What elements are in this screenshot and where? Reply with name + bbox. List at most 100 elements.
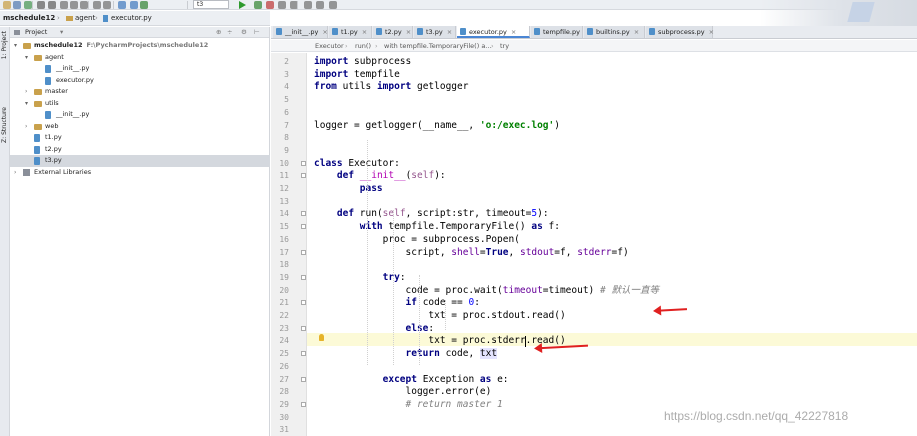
gear-icon[interactable]: ⚙ [241, 27, 247, 37]
python-file-icon [45, 111, 51, 119]
tab-t2-py[interactable]: t2.py × [373, 26, 413, 38]
fold-marker-icon[interactable] [301, 376, 306, 382]
replace-icon[interactable] [103, 1, 111, 9]
sync-icon[interactable] [24, 1, 32, 9]
save-icon[interactable] [13, 1, 21, 9]
fold-marker-icon[interactable] [301, 160, 306, 166]
chevron-right-icon[interactable]: › [25, 121, 27, 133]
paste-icon[interactable] [80, 1, 88, 9]
close-icon[interactable]: × [362, 28, 367, 36]
breadcrumb-method[interactable]: run() [355, 40, 371, 52]
chevron-right-icon[interactable]: › [25, 86, 27, 98]
project-tool-tab[interactable]: 1: Project [1, 31, 9, 59]
code-token: shell [451, 246, 480, 258]
nav-crumb-project[interactable]: mschedule12 [3, 11, 55, 25]
tree-item[interactable]: __init__.py [10, 109, 270, 121]
fold-marker-icon[interactable] [301, 173, 306, 179]
fold-marker-icon[interactable] [301, 401, 306, 407]
coverage-icon[interactable] [278, 1, 286, 9]
collapse-icon[interactable]: ÷ [227, 27, 232, 37]
structure-tool-tab[interactable]: Z: Structure [1, 107, 9, 143]
hide-icon[interactable]: ⊢ [254, 27, 260, 37]
close-icon[interactable]: × [511, 28, 516, 36]
line-number-gutter[interactable]: 2 3 4 5 6 7 8 9 10 11 12 13 14 15 16 17 18 19 20 21 22 23 24 25… [271, 53, 307, 436]
fold-marker-icon[interactable] [301, 325, 306, 331]
back-icon[interactable] [37, 1, 45, 9]
folder-open-icon[interactable] [3, 1, 11, 9]
run-icon[interactable] [239, 1, 246, 9]
fold-marker-icon[interactable] [301, 300, 306, 306]
code-editor[interactable]: import subprocess import tempfile from uti… [308, 53, 917, 436]
breadcrumb-class[interactable]: Executor [315, 40, 344, 52]
line-number: 16 [279, 234, 289, 244]
chevron-down-icon[interactable]: ▾ [60, 27, 63, 37]
chevron-right-icon[interactable]: › [14, 167, 16, 179]
stop-icon[interactable] [266, 1, 274, 9]
tree-item[interactable]: ▾ mschedule12 F:\PycharmProjects\mschedule… [10, 40, 270, 52]
tree-item-label: __init__.py [56, 64, 90, 72]
code-comment: # return master 1 [405, 398, 503, 410]
toolbar-separator [187, 1, 188, 9]
tab-t3-py[interactable]: t3.py × [414, 26, 456, 38]
tree-item[interactable]: t1.py [10, 132, 270, 144]
fold-marker-icon[interactable] [301, 274, 306, 280]
close-icon[interactable]: × [709, 28, 714, 36]
close-icon[interactable]: × [447, 28, 452, 36]
tree-item[interactable]: › External Libraries [10, 167, 270, 179]
settings-icon[interactable] [304, 1, 312, 9]
tab-tempfile-py[interactable]: tempfile.py× [531, 26, 589, 38]
tree-item[interactable]: executor.py [10, 75, 270, 87]
tree-item[interactable]: __init__.py [10, 63, 270, 75]
nav-crumb-agent[interactable]: agent [75, 11, 95, 25]
folder-icon [34, 123, 42, 130]
sdk-icon[interactable] [316, 1, 324, 9]
line-number: 25 [279, 349, 289, 359]
find-icon[interactable] [93, 1, 101, 9]
code-token: ): [537, 208, 549, 220]
forward-icon[interactable] [48, 1, 56, 9]
cut-icon[interactable] [60, 1, 68, 9]
project-view-selector[interactable]: Project [25, 27, 47, 37]
chevron-down-icon[interactable]: ▾ [25, 52, 28, 64]
code-token: code == [416, 297, 469, 309]
chevron-down-icon[interactable]: ▾ [25, 98, 28, 110]
breadcrumb-try[interactable]: try [500, 40, 509, 52]
forward-nav-icon[interactable] [130, 1, 138, 9]
build-icon[interactable] [140, 1, 148, 9]
fold-marker-icon[interactable] [301, 249, 306, 255]
code-line: script, shell=True, stdout=f, stderr=f) [314, 247, 629, 260]
tree-item[interactable]: t3.py [10, 155, 270, 167]
fold-marker-icon[interactable] [301, 211, 306, 217]
chevron-down-icon[interactable]: ▾ [14, 40, 17, 52]
tab-t1-py[interactable]: t1.py × [329, 26, 372, 38]
help-icon[interactable] [329, 1, 337, 9]
tree-item[interactable]: ▾ agent [10, 52, 270, 64]
copy-icon[interactable] [70, 1, 78, 9]
line-number: 10 [279, 158, 289, 168]
tree-item[interactable]: t2.py [10, 144, 270, 156]
code-line: with tempfile.TemporaryFile() as f: [314, 221, 560, 234]
tab-executor-py[interactable]: executor.py × [457, 26, 530, 38]
run-configuration-select[interactable]: t3 [193, 0, 229, 9]
fold-marker-icon[interactable] [301, 351, 306, 357]
fold-marker-icon[interactable] [301, 224, 306, 230]
tree-item[interactable]: › master [10, 86, 270, 98]
sync-icon[interactable]: ⊕ [216, 27, 221, 37]
close-icon[interactable]: × [406, 28, 411, 36]
nav-crumb-file[interactable]: executor.py [111, 11, 152, 25]
close-icon[interactable]: × [322, 28, 327, 36]
breadcrumb-with[interactable]: with tempfile.TemporaryFile() a... [384, 40, 492, 52]
code-token: timeout [502, 284, 543, 296]
back-nav-icon[interactable] [118, 1, 126, 9]
tab-init-py[interactable]: __init__.py × [273, 26, 328, 38]
tree-item[interactable]: › web [10, 121, 270, 133]
toolbar-separator [113, 1, 114, 9]
chevron-right-icon: › [345, 42, 348, 50]
tab-subprocess-py[interactable]: subprocess.py × [646, 26, 714, 38]
debug-icon[interactable] [254, 1, 262, 9]
close-icon[interactable]: × [634, 28, 639, 36]
tab-builtins-py[interactable]: builtins.py × [584, 26, 645, 38]
tree-item[interactable]: ▾ utils [10, 98, 270, 110]
library-icon [23, 168, 30, 176]
